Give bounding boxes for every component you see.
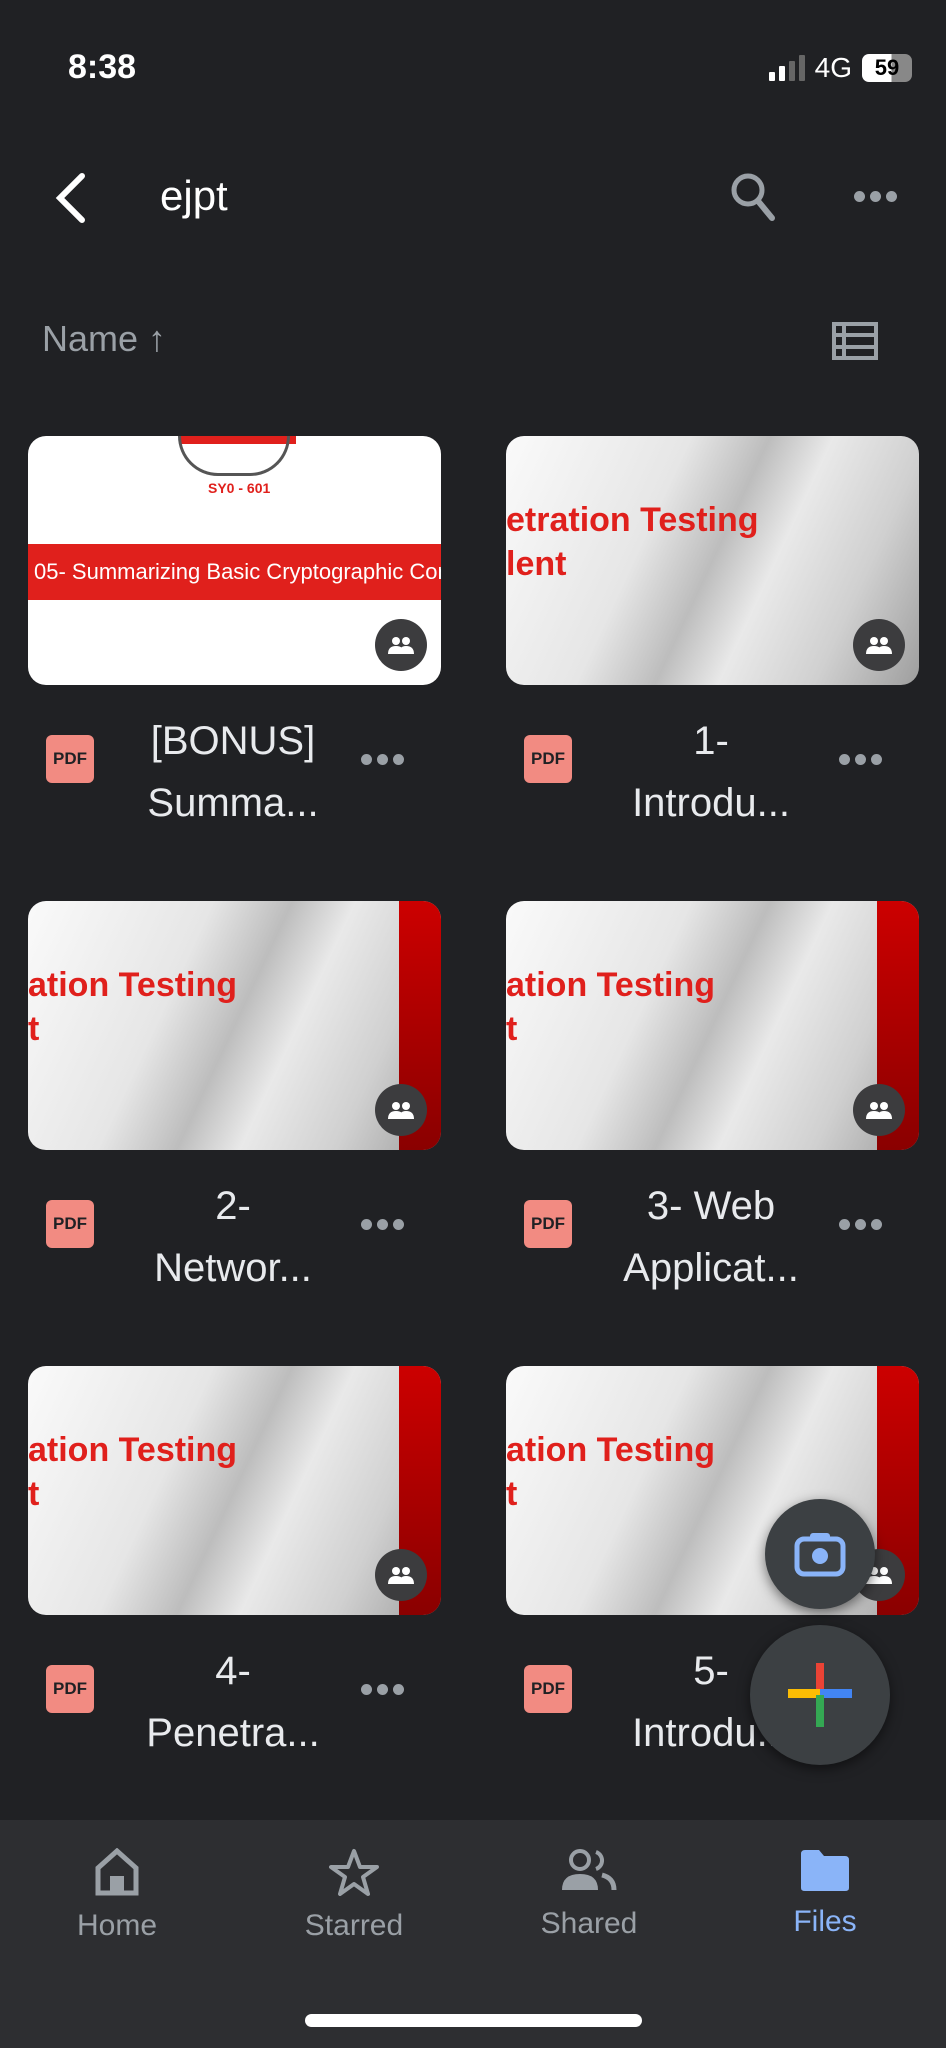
- thumbnail-title: 05- Summarizing Basic Cryptographic Conc…: [28, 544, 441, 600]
- sort-button[interactable]: Name ↑: [42, 318, 166, 360]
- camera-scan-button[interactable]: [765, 1499, 875, 1609]
- thumbnail-title: ation Testing t: [28, 966, 238, 1048]
- file-thumbnail[interactable]: ation Testing t: [28, 1366, 441, 1615]
- thumbnail-title: etration Testing lent: [506, 501, 759, 583]
- shared-badge: [375, 1549, 427, 1601]
- signal-icon: [768, 55, 805, 81]
- file-name[interactable]: 4- Penetra...: [108, 1640, 358, 1764]
- network-type: 4G: [814, 52, 852, 83]
- shared-icon: [388, 637, 414, 654]
- pdf-icon: PDF: [46, 1665, 94, 1713]
- shared-badge: [375, 1084, 427, 1136]
- file-thumbnail[interactable]: etration Testing lent: [506, 436, 919, 685]
- status-time: 8:38: [68, 48, 137, 86]
- thumbnail-code: SY0 - 601: [208, 480, 271, 496]
- shared-people-icon: [562, 1849, 617, 1891]
- search-button[interactable]: [728, 170, 778, 229]
- file-more-button[interactable]: [361, 1684, 404, 1695]
- pdf-icon: PDF: [524, 735, 572, 783]
- shared-badge: [853, 619, 905, 671]
- thumbnail-title: ation Testing t: [506, 1431, 716, 1513]
- pdf-icon: PDF: [46, 735, 94, 783]
- file-more-button[interactable]: [839, 1219, 882, 1230]
- nav-home[interactable]: Home: [17, 1847, 217, 1943]
- file-more-button[interactable]: [361, 754, 404, 765]
- pdf-icon: PDF: [524, 1665, 572, 1713]
- file-thumbnail[interactable]: ation Testing t: [28, 901, 441, 1150]
- pdf-icon: PDF: [46, 1200, 94, 1248]
- thumbnail-title: ation Testing t: [506, 966, 716, 1048]
- file-name[interactable]: 2- Networ...: [108, 1175, 358, 1299]
- back-button[interactable]: [50, 172, 90, 229]
- new-button[interactable]: [750, 1625, 890, 1765]
- plus-icon: [788, 1663, 852, 1727]
- nav-files[interactable]: Files: [725, 1848, 925, 1939]
- folder-icon: [801, 1850, 849, 1891]
- star-icon: [329, 1849, 379, 1896]
- shared-badge: [853, 1084, 905, 1136]
- file-more-button[interactable]: [361, 1219, 404, 1230]
- home-icon: [95, 1847, 139, 1896]
- chevron-left-icon: [55, 173, 85, 223]
- list-view-icon: [832, 322, 878, 360]
- nav-shared[interactable]: Shared: [489, 1848, 689, 1941]
- file-thumbnail[interactable]: ation Testing t: [506, 901, 919, 1150]
- pdf-icon: PDF: [524, 1200, 572, 1248]
- file-name[interactable]: 3- Web Applicat...: [586, 1175, 836, 1299]
- shared-badge: [375, 619, 427, 671]
- shared-icon: [866, 1102, 892, 1119]
- shared-icon: [388, 1567, 414, 1584]
- shared-icon: [866, 637, 892, 654]
- sort-label: Name: [42, 318, 139, 359]
- view-toggle-button[interactable]: [832, 322, 878, 365]
- camera-icon: [794, 1533, 846, 1577]
- more-options-button[interactable]: [854, 191, 897, 202]
- shared-icon: [388, 1102, 414, 1119]
- file-name[interactable]: 1- Introdu...: [586, 710, 836, 834]
- file-more-button[interactable]: [839, 754, 882, 765]
- home-indicator[interactable]: [305, 2014, 642, 2027]
- arrow-up-icon: ↑: [148, 318, 167, 359]
- nav-starred[interactable]: Starred: [254, 1848, 454, 1943]
- file-thumbnail[interactable]: SY0 - 601 05- Summarizing Basic Cryptogra…: [28, 436, 441, 685]
- status-indicators: 4G 59: [768, 52, 912, 84]
- battery-icon: 59: [862, 54, 912, 82]
- search-icon: [731, 173, 775, 221]
- file-name[interactable]: [BONUS] Summa...: [108, 710, 358, 834]
- thumbnail-title: ation Testing t: [28, 1431, 238, 1513]
- page-title: ejpt: [160, 172, 228, 219]
